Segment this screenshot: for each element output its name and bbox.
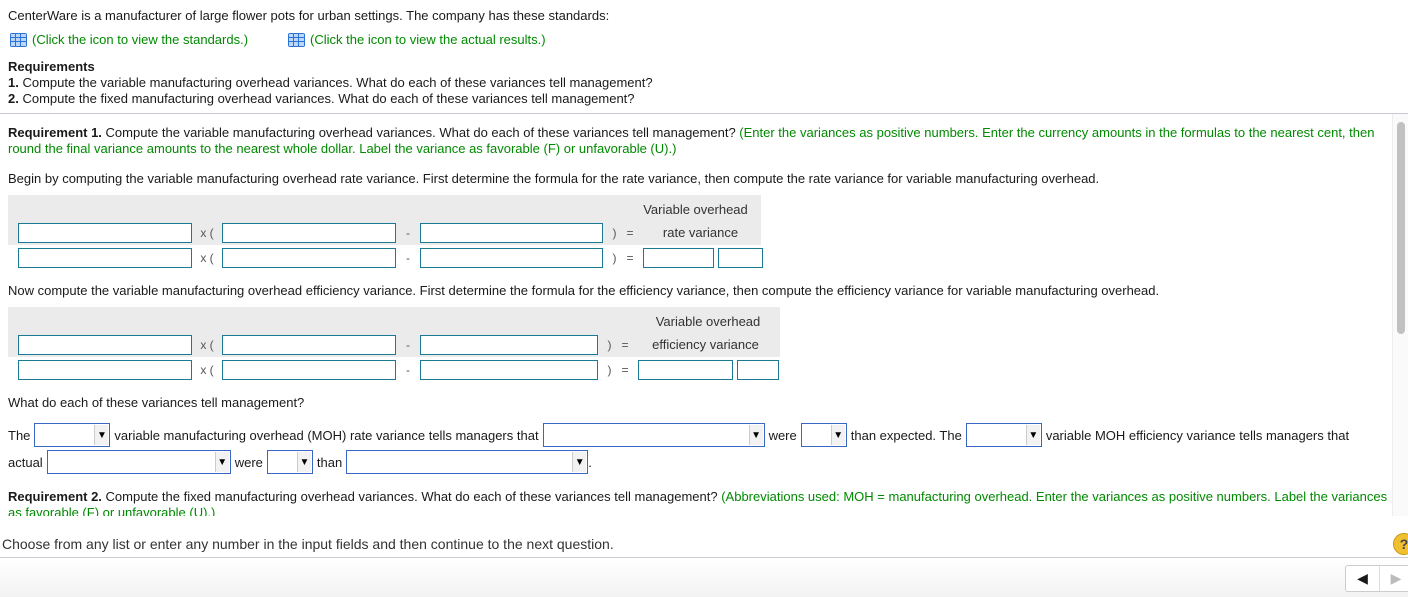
efficiency-header-line2: efficiency variance [652, 337, 759, 352]
chevron-down-icon: ▼ [1025, 425, 1040, 445]
status-message: Choose from any list or enter any number… [2, 536, 614, 552]
efficiency-variance-amount[interactable] [638, 359, 733, 380]
requirement-item-1: 1. Compute the variable manufacturing ov… [8, 75, 653, 90]
chevron-down-icon: ▼ [214, 452, 229, 472]
rate-direction-dropdown[interactable]: ▼ [800, 423, 847, 447]
close-paren-equals: ) = [607, 362, 629, 377]
sentence-text: than [316, 454, 343, 470]
efficiency-formula-factor-2[interactable] [222, 334, 396, 355]
standards-link-label[interactable]: (Click the icon to view the standards.) [32, 32, 248, 47]
efficiency-value-2[interactable] [222, 359, 396, 380]
requirement-number: 2. [8, 91, 19, 106]
interpretation-question: What do each of these variances tell man… [8, 395, 305, 410]
arrow-left-icon: ◀ [1357, 570, 1368, 586]
table-icon[interactable] [10, 32, 27, 47]
scrollbar-thumb[interactable] [1397, 122, 1405, 334]
sentence-text: were [234, 454, 263, 470]
rate-variance-computation: x ( - ) = [8, 245, 763, 270]
requirement-2-prompt: Requirement 2. Compute the fixed manufac… [8, 489, 1393, 516]
chevron-down-icon: ▼ [94, 425, 109, 445]
minus-sign: - [406, 362, 410, 377]
sentence-text: than expected. The [850, 427, 962, 443]
sentence-text: . [588, 454, 592, 470]
footer-bar [0, 558, 1408, 597]
times-open-paren: x ( [200, 362, 214, 377]
actual-results-link-label[interactable]: (Click the icon to view the actual resul… [310, 32, 546, 47]
rate-formula-factor-1[interactable] [18, 222, 192, 243]
rate-header-line2: rate variance [662, 225, 739, 240]
requirement-1-text: Compute the variable manufacturing overh… [101, 125, 740, 140]
times-open-paren: x ( [200, 250, 214, 265]
interpretation-sentence-line1: The ▼ variable manufacturing overhead (M… [8, 423, 1349, 447]
standards-link[interactable]: (Click the icon to view the standards.) [10, 32, 248, 47]
question-scroll-area[interactable]: Requirement 1. Compute the variable manu… [0, 114, 1408, 516]
rate-variance-formula: Variable overhead x ( - ) = rate varianc… [8, 195, 761, 245]
requirement-1-label: Requirement 1. [8, 125, 102, 140]
sentence-text: variable manufacturing overhead (MOH) ra… [114, 427, 539, 443]
next-question-button[interactable]: ▶ [1379, 566, 1408, 591]
rate-variance-label-fu[interactable] [718, 247, 763, 268]
rate-variance-amount[interactable] [643, 247, 714, 268]
efficiency-actual-item-dropdown[interactable]: ▼ [46, 450, 231, 474]
times-open-paren: x ( [200, 337, 214, 352]
times-open-paren: x ( [200, 225, 214, 240]
close-paren-equals: ) = [612, 225, 634, 240]
rate-variance-instruction: Begin by computing the variable manufact… [8, 171, 1100, 186]
close-paren-equals: ) = [607, 337, 629, 352]
efficiency-variance-label-fu[interactable] [737, 359, 779, 380]
chevron-down-icon: ▼ [830, 425, 845, 445]
sentence-text: variable MOH efficiency variance tells m… [1045, 427, 1350, 443]
actual-results-link[interactable]: (Click the icon to view the actual resul… [288, 32, 546, 47]
efficiency-header-line1: Variable overhead [655, 314, 761, 329]
efficiency-formula-factor-1[interactable] [18, 334, 192, 355]
chevron-down-icon: ▼ [296, 452, 311, 472]
rate-value-1[interactable] [18, 247, 192, 268]
data-links: (Click the icon to view the standards.) … [10, 32, 586, 47]
help-icon[interactable]: ? [1393, 533, 1408, 555]
vertical-scrollbar[interactable] [1392, 114, 1408, 516]
efficiency-variance-formula: Variable overhead x ( - ) = efficiency v… [8, 307, 780, 357]
minus-sign: - [406, 225, 410, 240]
requirements-heading: Requirements [8, 59, 95, 74]
requirement-number: 1. [8, 75, 19, 90]
interpretation-sentence-line2: actual ▼ were ▼ than ▼ . [8, 450, 592, 474]
requirement-2-label: Requirement 2. [8, 489, 102, 504]
previous-question-button[interactable]: ◀ [1346, 566, 1379, 591]
question-navigation: ◀ ▶ [1345, 565, 1408, 592]
efficiency-comparison-dropdown[interactable]: ▼ [346, 450, 589, 474]
requirement-item-2: 2. Compute the fixed manufacturing overh… [8, 91, 635, 106]
arrow-right-icon: ▶ [1390, 570, 1402, 586]
sentence-text: The [8, 427, 31, 443]
sentence-text: actual [8, 454, 43, 470]
chevron-down-icon: ▼ [748, 425, 763, 445]
efficiency-direction-dropdown[interactable]: ▼ [266, 450, 313, 474]
minus-sign: - [406, 250, 410, 265]
intro-text: CenterWare is a manufacturer of large fl… [8, 8, 610, 23]
rate-variance-fu-dropdown[interactable]: ▼ [34, 423, 111, 447]
rate-value-2[interactable] [222, 247, 396, 268]
rate-formula-factor-3[interactable] [420, 222, 603, 243]
efficiency-value-3[interactable] [420, 359, 598, 380]
efficiency-formula-factor-3[interactable] [420, 334, 598, 355]
rate-cost-item-dropdown[interactable]: ▼ [542, 423, 765, 447]
rate-header-line1: Variable overhead [643, 202, 748, 217]
chevron-down-icon: ▼ [572, 452, 587, 472]
sentence-text: were [768, 427, 797, 443]
requirement-2-text: Compute the fixed manufacturing overhead… [101, 489, 722, 504]
rate-formula-factor-2[interactable] [222, 222, 396, 243]
requirement-text: Compute the fixed manufacturing overhead… [18, 91, 635, 106]
table-icon[interactable] [288, 32, 306, 47]
efficiency-variance-fu-dropdown[interactable]: ▼ [965, 423, 1042, 447]
efficiency-value-1[interactable] [18, 359, 192, 380]
efficiency-variance-computation: x ( - ) = [8, 357, 779, 382]
efficiency-variance-instruction: Now compute the variable manufacturing o… [8, 283, 1160, 298]
minus-sign: - [406, 337, 410, 352]
rate-value-3[interactable] [420, 247, 603, 268]
close-paren-equals: ) = [612, 250, 634, 265]
requirement-text: Compute the variable manufacturing overh… [18, 75, 653, 90]
requirement-1-prompt: Requirement 1. Compute the variable manu… [8, 125, 1393, 157]
